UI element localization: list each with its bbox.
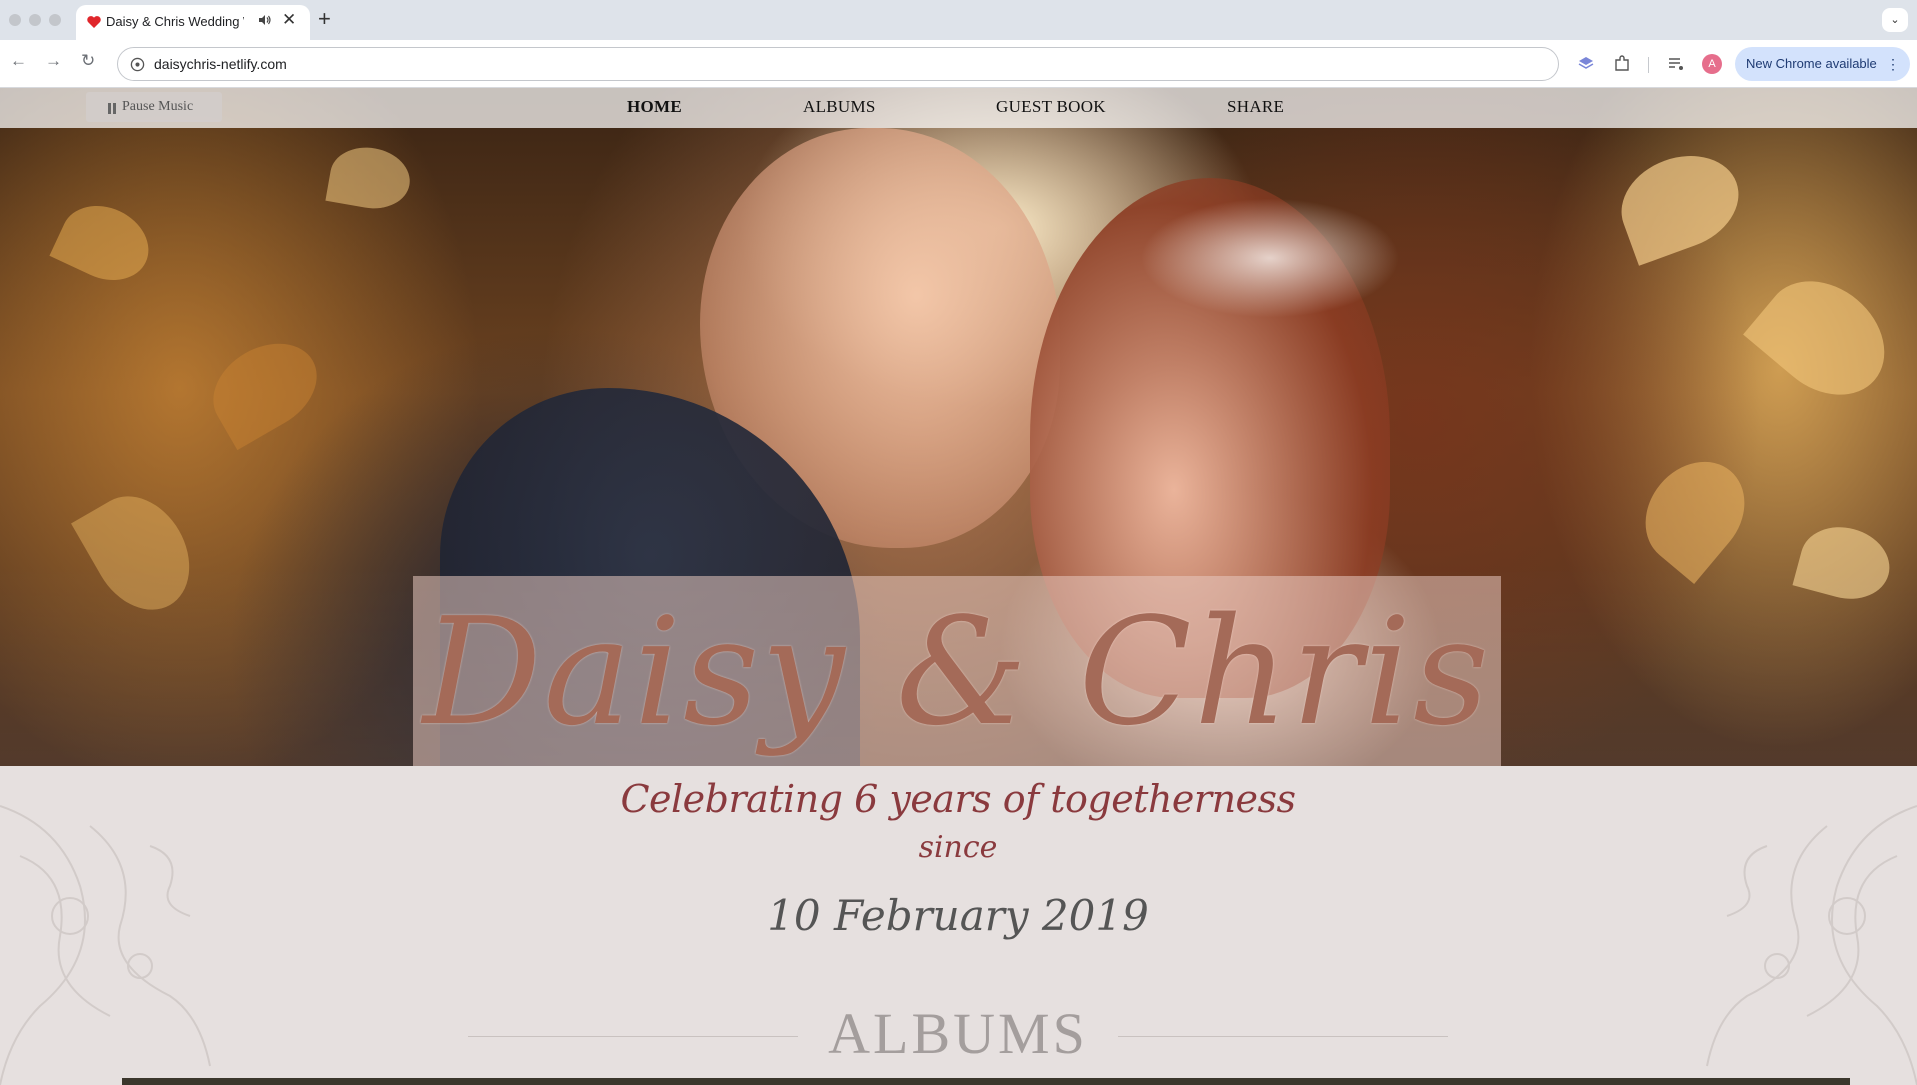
puzzle-icon[interactable]: [1612, 54, 1632, 74]
pause-music-label: Pause Music: [122, 99, 194, 114]
window-minimize-dot[interactable]: [29, 14, 41, 26]
wedding-date: 10 February 2019: [767, 891, 1149, 940]
heart-icon: [87, 16, 101, 28]
window-close-dot[interactable]: [9, 14, 21, 26]
browser-tab[interactable]: Daisy & Chris Wedding W ✕: [76, 5, 310, 40]
site-navigation: Pause Music HOME ALBUMS GUEST BOOK SHARE: [0, 88, 1917, 128]
tab-title: Daisy & Chris Wedding W: [106, 14, 244, 29]
update-label: New Chrome available: [1746, 56, 1877, 71]
heading-divider-right: [1118, 1036, 1448, 1037]
floral-ornament-right: [1706, 805, 1917, 1085]
nav-home[interactable]: HOME: [627, 97, 682, 117]
since-label: since: [918, 830, 998, 865]
pause-icon: [108, 103, 116, 114]
url-text: daisychris-netlify.com: [154, 56, 287, 72]
heading-divider-left: [468, 1036, 798, 1037]
chrome-update-button[interactable]: New Chrome available ⋮: [1735, 47, 1910, 81]
nav-albums[interactable]: ALBUMS: [803, 97, 876, 117]
floral-ornament-left: [0, 805, 211, 1085]
browser-toolbar: ← → ↻ daisychris-netlify.com A New Chrom…: [0, 40, 1917, 88]
more-menu-icon[interactable]: ⋮: [1886, 47, 1900, 81]
address-bar[interactable]: daisychris-netlify.com: [117, 47, 1559, 81]
reload-button[interactable]: ↻: [81, 51, 95, 71]
album-gallery-edge: [122, 1078, 1850, 1085]
profile-avatar[interactable]: A: [1702, 54, 1722, 74]
close-tab-icon[interactable]: ✕: [282, 10, 296, 30]
couple-names: Daisy & Chris: [422, 586, 1492, 758]
toolbar-divider: [1648, 57, 1649, 73]
albums-heading: ALBUMS: [828, 1001, 1088, 1066]
pause-music-button[interactable]: Pause Music: [86, 92, 222, 122]
forward-button[interactable]: →: [45, 51, 62, 71]
back-button[interactable]: ←: [10, 51, 27, 71]
nav-share[interactable]: SHARE: [1227, 97, 1284, 117]
site-info-icon[interactable]: [130, 57, 145, 72]
tab-search-button[interactable]: ⌄: [1882, 8, 1908, 32]
extension-icon[interactable]: [1576, 54, 1596, 74]
tagline: Celebrating 6 years of togetherness: [620, 777, 1296, 821]
browser-tab-bar: Daisy & Chris Wedding W ✕ + ⌄: [0, 0, 1917, 40]
nav-guest-book[interactable]: GUEST BOOK: [996, 97, 1106, 117]
media-icon[interactable]: [1666, 54, 1686, 74]
speaker-icon[interactable]: [258, 13, 272, 27]
new-tab-button[interactable]: +: [318, 6, 331, 32]
window-zoom-dot[interactable]: [49, 14, 61, 26]
